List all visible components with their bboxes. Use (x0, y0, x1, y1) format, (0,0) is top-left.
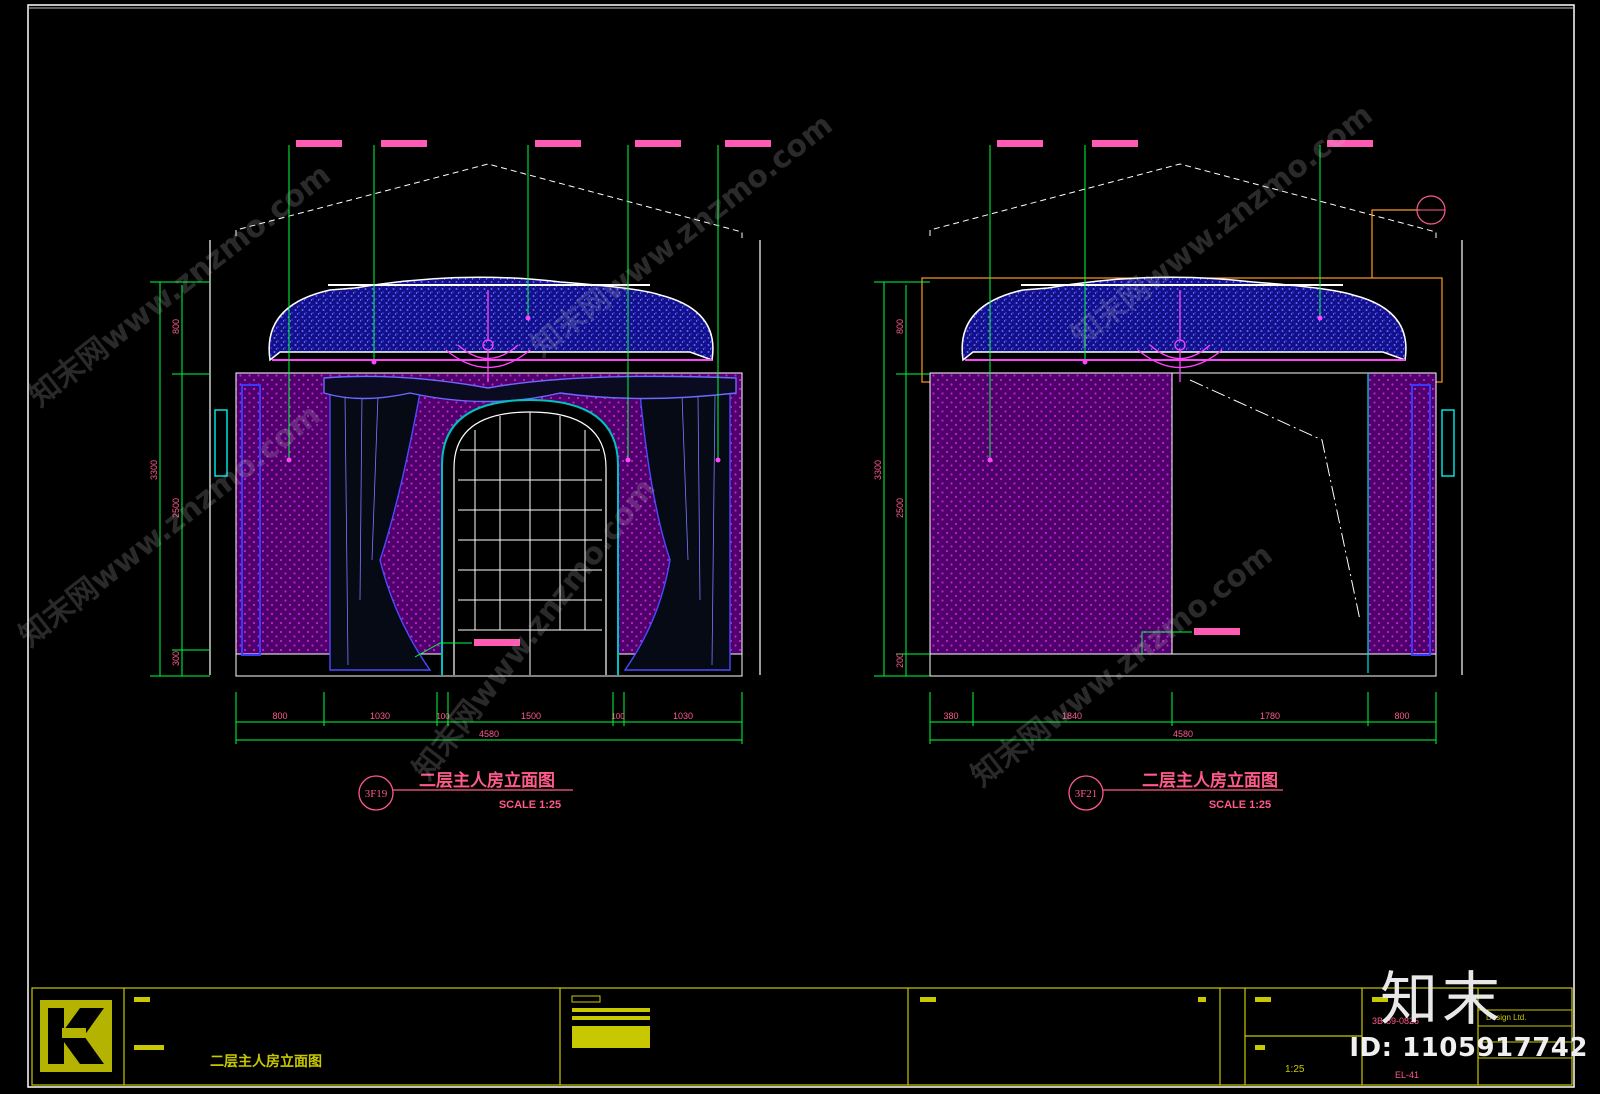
right-total-width: 4580 (1173, 729, 1193, 739)
leader-tag-2 (381, 140, 427, 147)
tb-label-3 (920, 997, 936, 1002)
left-dim-300: 300 (171, 651, 181, 666)
tb-label-6 (1255, 1045, 1265, 1050)
r-leader-dot-1 (987, 457, 993, 463)
right-view-scale: SCALE 1:25 (1209, 799, 1271, 811)
tb-stamp-4 (572, 1026, 650, 1048)
company-logo (40, 1000, 112, 1072)
cad-viewport[interactable]: 800 2500 300 3300 800 1030 100 1500 100 … (0, 0, 1600, 1089)
right-dim-2500: 2500 (895, 498, 905, 518)
left-view-tag: 3F19 (365, 788, 388, 800)
leader-tag-1 (296, 140, 342, 147)
right-wall-sconce (1441, 409, 1455, 477)
leader-dot-4 (625, 457, 631, 463)
right-roof-outline (929, 163, 1437, 238)
tb-label-2 (134, 1045, 164, 1050)
right-wdim-4: 800 (1394, 711, 1409, 721)
tb-stamp-2 (572, 1008, 650, 1012)
left-vertical-dimensions (150, 281, 210, 677)
left-dim-3300: 3300 (149, 460, 159, 480)
left-wdim-4: 1500 (521, 711, 541, 721)
left-roof-outline (235, 163, 743, 238)
right-wdim-1: 380 (943, 711, 958, 721)
r-leader-tag-1 (997, 140, 1043, 147)
leader-tag-5 (725, 140, 771, 147)
right-dim-200: 200 (895, 653, 905, 668)
right-view-tag: 3F21 (1075, 788, 1098, 800)
left-wdim-2: 1030 (370, 711, 390, 721)
id-watermark: ID: 1105917742 (1349, 1033, 1588, 1063)
tb-label-4 (1198, 997, 1206, 1002)
tb-stamp-3 (572, 1016, 650, 1020)
r-leader-tag-2 (1092, 140, 1138, 147)
tb-sheet: EL-41 (1395, 1070, 1419, 1080)
tb-stamp-1 (571, 995, 601, 1003)
leader-tag-3 (535, 140, 581, 147)
r-leader-tag-3 (1327, 140, 1373, 147)
right-wall-panel (929, 372, 1173, 674)
leader-dot-2 (371, 359, 377, 365)
leader-tag-6 (474, 639, 520, 646)
right-view-title: 二层主人房立面图 (1142, 770, 1278, 791)
left-total-width: 4580 (479, 729, 499, 739)
leader-dot-5 (715, 457, 721, 463)
tb-label-5 (1255, 997, 1271, 1002)
right-dim-800: 800 (895, 319, 905, 334)
left-ceiling-dome (268, 276, 714, 362)
left-wdim-6: 1030 (673, 711, 693, 721)
leader-dot-3 (525, 315, 531, 321)
left-dim-2500: 2500 (171, 498, 181, 518)
right-elevation[interactable]: 800 2500 200 3300 380 1840 1780 800 4580… (873, 140, 1463, 811)
left-wdim-1: 800 (272, 711, 287, 721)
leader-tag-4 (635, 140, 681, 147)
right-wdim-2: 1840 (1062, 711, 1082, 721)
left-elevation[interactable]: 800 2500 300 3300 800 1030 100 1500 100 … (149, 140, 771, 811)
section-marker-leader (1371, 209, 1420, 278)
r-leader-dot-3 (1317, 315, 1323, 321)
title-block[interactable] (31, 987, 1573, 1086)
r-leader-dot-2 (1082, 359, 1088, 365)
left-wdim-5: 100 (611, 712, 625, 721)
tb-scale: 1:25 (1285, 1064, 1305, 1075)
left-wall-sconce (214, 409, 228, 477)
tb-drawing-name: 二层主人房立面图 (210, 1053, 322, 1070)
right-baseboard (929, 653, 1437, 677)
tb-label-1 (134, 997, 150, 1002)
left-view-scale: SCALE 1:25 (499, 799, 561, 811)
r-leader-tag-4 (1194, 628, 1240, 635)
right-dim-3300: 3300 (873, 460, 883, 480)
left-dim-800: 800 (171, 319, 181, 334)
left-wdim-3: 100 (436, 712, 450, 721)
right-wdim-3: 1780 (1260, 711, 1280, 721)
leader-dot-1 (286, 457, 292, 463)
left-view-title: 二层主人房立面图 (419, 770, 555, 791)
brand-watermark: 知末 (1379, 965, 1504, 1033)
right-wall-end-panel (1367, 372, 1437, 674)
